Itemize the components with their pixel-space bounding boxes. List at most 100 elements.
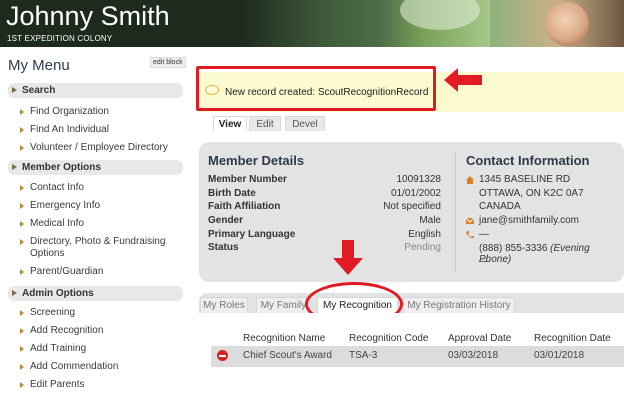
- triangle-icon: [20, 127, 34, 133]
- tab-my-family[interactable]: My Family: [256, 297, 311, 313]
- menu-parent-guardian[interactable]: Parent/Guardian: [20, 266, 188, 278]
- field-label: Faith Affiliation: [208, 201, 281, 212]
- menu-edit-parents[interactable]: Edit Parents: [20, 379, 188, 391]
- column-header: Approval Date: [448, 333, 512, 344]
- menu-add-recognition[interactable]: Add Recognition: [20, 325, 188, 337]
- menu-volunteer-directory[interactable]: Volunteer / Employee Directory: [20, 142, 188, 154]
- triangle-icon: [20, 346, 34, 352]
- triangle-icon: [20, 364, 34, 370]
- delete-icon[interactable]: [217, 350, 228, 361]
- gender-value: Male: [419, 215, 441, 226]
- sidebar: My Menu edit block Search Find Organizat…: [0, 47, 190, 397]
- section-admin-options[interactable]: Admin Options: [8, 286, 183, 301]
- address-line-3: CANADA: [479, 201, 521, 212]
- triangle-icon: [12, 290, 17, 296]
- recognition-table: Recognition Name Recognition Code Approv…: [199, 313, 624, 397]
- triangle-icon: [20, 382, 34, 388]
- member-card: Member Details Member Number 10091328 Bi…: [199, 142, 624, 282]
- menu-directory-options[interactable]: Directory, Photo & Fundraising Options: [20, 236, 188, 260]
- address-line-1: 1345 BASELINE RD: [479, 174, 571, 185]
- member-number-value: 10091328: [396, 174, 442, 185]
- header-photo-left: [240, 0, 380, 47]
- field-label: Primary Language: [208, 229, 296, 240]
- column-header: Recognition Name: [243, 333, 326, 344]
- triangle-icon: [20, 328, 34, 334]
- trailing-dash: —: [479, 256, 489, 267]
- menu-add-commendation[interactable]: Add Commendation: [20, 361, 188, 373]
- arrow-down-icon: [333, 240, 363, 275]
- section-label: Search: [22, 85, 56, 96]
- triangle-icon: [20, 221, 34, 227]
- section-member-options[interactable]: Member Options: [8, 160, 183, 175]
- contact-heading: Contact Information: [466, 153, 590, 168]
- menu-label: Emergency Info: [30, 200, 101, 211]
- tab-view[interactable]: View: [213, 116, 247, 131]
- field-label: Gender: [208, 215, 244, 226]
- highlight-box: [196, 66, 436, 111]
- member-details-heading: Member Details: [208, 153, 305, 168]
- phone-value: (888) 855-3336: [479, 243, 548, 254]
- triangle-icon: [20, 239, 34, 245]
- birth-date-value: 01/01/2002: [390, 188, 441, 199]
- home-icon: [466, 176, 474, 184]
- triangle-icon: [20, 269, 34, 275]
- edit-block-button[interactable]: edit block: [150, 57, 186, 68]
- tab-my-roles[interactable]: My Roles: [200, 297, 248, 313]
- triangle-icon: [12, 87, 17, 93]
- menu-label: Add Training: [30, 343, 87, 354]
- menu-label: Parent/Guardian: [30, 266, 104, 277]
- menu-label: Volunteer / Employee Directory: [30, 142, 168, 153]
- recognition-code-cell: TSA-3: [349, 350, 378, 361]
- menu-label: Add Commendation: [30, 361, 119, 372]
- menu-label: Directory, Photo & Fundraising Options: [30, 236, 166, 259]
- recognition-name-cell: Chief Scout's Award: [243, 350, 332, 361]
- menu-label: Find An Individual: [30, 124, 109, 135]
- profile-header: Johnny Smith 1ST EXPEDITION COLONY: [0, 0, 624, 47]
- triangle-icon: [20, 145, 34, 151]
- tab-my-registration-history[interactable]: My Registration History: [403, 297, 515, 313]
- arrow-left-icon: [444, 68, 482, 92]
- triangle-icon: [20, 185, 34, 191]
- menu-screening[interactable]: Screening: [20, 307, 188, 319]
- sidebar-title: My Menu: [8, 57, 70, 74]
- menu-medical-info[interactable]: Medical Info: [20, 218, 188, 230]
- menu-find-organization[interactable]: Find Organization: [20, 106, 188, 118]
- card-divider: [455, 152, 456, 272]
- section-search[interactable]: Search: [8, 83, 183, 98]
- column-header: Recognition Code: [349, 333, 429, 344]
- phone-dash: —: [479, 229, 489, 240]
- menu-label: Edit Parents: [30, 379, 85, 390]
- email-link[interactable]: jane@smithfamily.com: [479, 215, 579, 226]
- menu-find-individual[interactable]: Find An Individual: [20, 124, 188, 136]
- menu-add-training[interactable]: Add Training: [20, 343, 188, 355]
- tab-devel[interactable]: Devel: [285, 116, 325, 131]
- menu-label: Add Recognition: [30, 325, 104, 336]
- menu-label: Contact Info: [30, 182, 84, 193]
- member-name: Johnny Smith: [6, 1, 170, 31]
- menu-label: Medical Info: [30, 218, 84, 229]
- phone-number: (888) 855-3336 (Evening Phone): [479, 243, 624, 265]
- triangle-icon: [20, 109, 34, 115]
- member-unit: 1ST EXPEDITION COLONY: [7, 34, 113, 43]
- triangle-icon: [20, 310, 34, 316]
- field-label: Birth Date: [208, 188, 256, 199]
- language-value: English: [408, 229, 441, 240]
- menu-label: Screening: [30, 307, 76, 318]
- recognition-date-cell: 03/01/2018: [534, 350, 585, 361]
- phone-icon: [466, 231, 474, 239]
- email-icon: [466, 217, 474, 224]
- approval-date-cell: 03/03/2018: [448, 350, 499, 361]
- triangle-icon: [12, 164, 17, 170]
- status-value: Pending: [404, 242, 441, 253]
- profile-photo: [545, 2, 589, 46]
- faith-value: Not specified: [383, 201, 441, 212]
- column-header: Recognition Date: [534, 333, 611, 344]
- menu-label: Find Organization: [30, 106, 109, 117]
- menu-contact-info[interactable]: Contact Info: [20, 182, 188, 194]
- menu-emergency-info[interactable]: Emergency Info: [20, 200, 188, 212]
- section-label: Member Options: [22, 162, 101, 173]
- tab-edit[interactable]: Edit: [249, 116, 281, 131]
- triangle-icon: [20, 203, 34, 209]
- address-line-2: OTTAWA, ON K2C 0A7: [479, 188, 584, 199]
- section-label: Admin Options: [22, 288, 94, 299]
